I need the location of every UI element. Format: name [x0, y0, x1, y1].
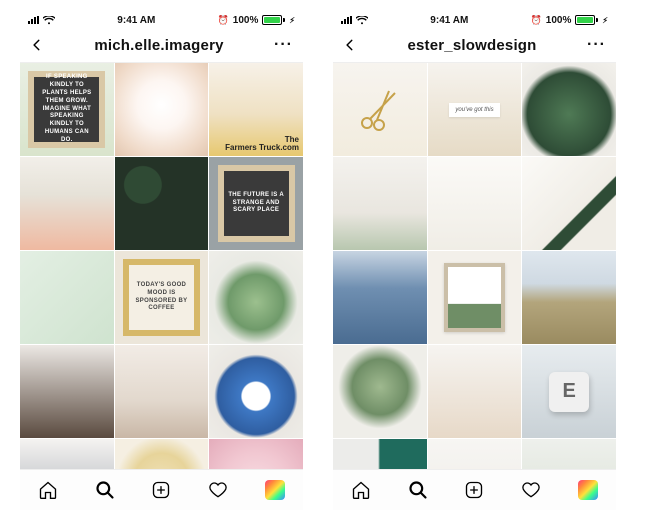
post-thumbnail[interactable] — [522, 63, 616, 156]
letterboard-text: IF SPEAKING KINDLY TO PLANTS HELPS THEM … — [28, 71, 105, 148]
post-grid: you've got this E — [333, 63, 616, 469]
post-thumbnail[interactable] — [428, 439, 522, 469]
profile-username[interactable]: ester_slowdesign — [407, 37, 536, 54]
post-thumbnail[interactable]: you've got this — [428, 63, 522, 156]
post-thumbnail[interactable] — [115, 157, 209, 250]
more-options-button[interactable]: ··· — [274, 36, 293, 54]
signal-bars-icon — [341, 16, 352, 24]
ios-status-bar: 9:41 AM ⏰ 100% ⚡︎ — [333, 10, 616, 28]
letterboard-text: TODAY'S GOOD MOOD IS SPONSORED BY COFFEE — [123, 259, 200, 336]
post-thumbnail[interactable]: TheFarmers Truck.com — [209, 63, 303, 156]
search-tab[interactable] — [95, 480, 115, 500]
post-thumbnail[interactable] — [333, 345, 427, 438]
post-thumbnail[interactable] — [522, 157, 616, 250]
battery-percent: 100% — [546, 15, 572, 26]
post-thumbnail[interactable] — [20, 251, 114, 344]
battery-icon — [262, 15, 285, 25]
post-thumbnail[interactable] — [333, 157, 427, 250]
profile-nav-bar: ester_slowdesign ··· — [333, 28, 616, 63]
tab-bar — [20, 469, 303, 510]
post-thumbnail[interactable]: THE FUTURE IS A STRANGE AND SCARY PLACE — [209, 157, 303, 250]
post-thumbnail[interactable] — [115, 63, 209, 156]
post-thumbnail[interactable] — [333, 251, 427, 344]
post-thumbnail[interactable] — [20, 345, 114, 438]
profile-nav-bar: mich.elle.imagery ··· — [20, 28, 303, 63]
tab-bar — [333, 469, 616, 510]
charging-icon: ⚡︎ — [289, 16, 295, 25]
ios-status-bar: 9:41 AM ⏰ 100% ⚡︎ — [20, 10, 303, 28]
phone-right: 9:41 AM ⏰ 100% ⚡︎ ester_slowdesign ··· y… — [333, 10, 616, 510]
battery-percent: 100% — [233, 15, 259, 26]
wifi-icon — [43, 16, 55, 25]
mug-letter: E — [549, 372, 589, 412]
profile-username[interactable]: mich.elle.imagery — [94, 37, 223, 54]
post-thumbnail[interactable] — [522, 251, 616, 344]
post-thumbnail[interactable] — [209, 345, 303, 438]
alarm-icon: ⏰ — [218, 15, 229, 26]
post-thumbnail[interactable] — [333, 63, 427, 156]
post-thumbnail[interactable] — [428, 157, 522, 250]
note-text: you've got this — [449, 103, 499, 117]
activity-tab[interactable] — [208, 480, 228, 500]
home-tab[interactable] — [351, 480, 371, 500]
activity-tab[interactable] — [521, 480, 541, 500]
post-thumbnail[interactable] — [20, 439, 114, 469]
post-grid: IF SPEAKING KINDLY TO PLANTS HELPS THEM … — [20, 63, 303, 469]
phone-left: 9:41 AM ⏰ 100% ⚡︎ mich.elle.imagery ··· … — [20, 10, 303, 510]
wifi-icon — [356, 16, 368, 25]
profile-tab[interactable] — [265, 480, 285, 500]
profile-tab[interactable] — [578, 480, 598, 500]
post-thumbnail[interactable] — [20, 157, 114, 250]
post-thumbnail[interactable] — [333, 439, 427, 469]
battery-icon — [575, 15, 598, 25]
back-button[interactable] — [343, 38, 357, 52]
status-time: 9:41 AM — [430, 15, 468, 26]
framed-print — [444, 263, 505, 332]
post-thumbnail[interactable] — [115, 345, 209, 438]
home-tab[interactable] — [38, 480, 58, 500]
back-button[interactable] — [30, 38, 44, 52]
signal-bars-icon — [28, 16, 39, 24]
alarm-icon: ⏰ — [531, 15, 542, 26]
post-thumbnail[interactable] — [209, 439, 303, 469]
post-thumbnail[interactable] — [522, 439, 616, 469]
post-thumbnail[interactable] — [209, 251, 303, 344]
letterboard-text: THE FUTURE IS A STRANGE AND SCARY PLACE — [218, 165, 295, 242]
post-thumbnail[interactable] — [428, 345, 522, 438]
status-time: 9:41 AM — [117, 15, 155, 26]
brand-text: TheFarmers Truck.com — [225, 136, 299, 152]
more-options-button[interactable]: ··· — [587, 36, 606, 54]
post-thumbnail[interactable]: E — [522, 345, 616, 438]
post-thumbnail[interactable] — [115, 439, 209, 469]
add-post-tab[interactable] — [464, 480, 484, 500]
post-thumbnail[interactable]: TODAY'S GOOD MOOD IS SPONSORED BY COFFEE — [115, 251, 209, 344]
search-tab[interactable] — [408, 480, 428, 500]
post-thumbnail[interactable] — [428, 251, 522, 344]
add-post-tab[interactable] — [151, 480, 171, 500]
charging-icon: ⚡︎ — [602, 16, 608, 25]
post-thumbnail[interactable]: IF SPEAKING KINDLY TO PLANTS HELPS THEM … — [20, 63, 114, 156]
